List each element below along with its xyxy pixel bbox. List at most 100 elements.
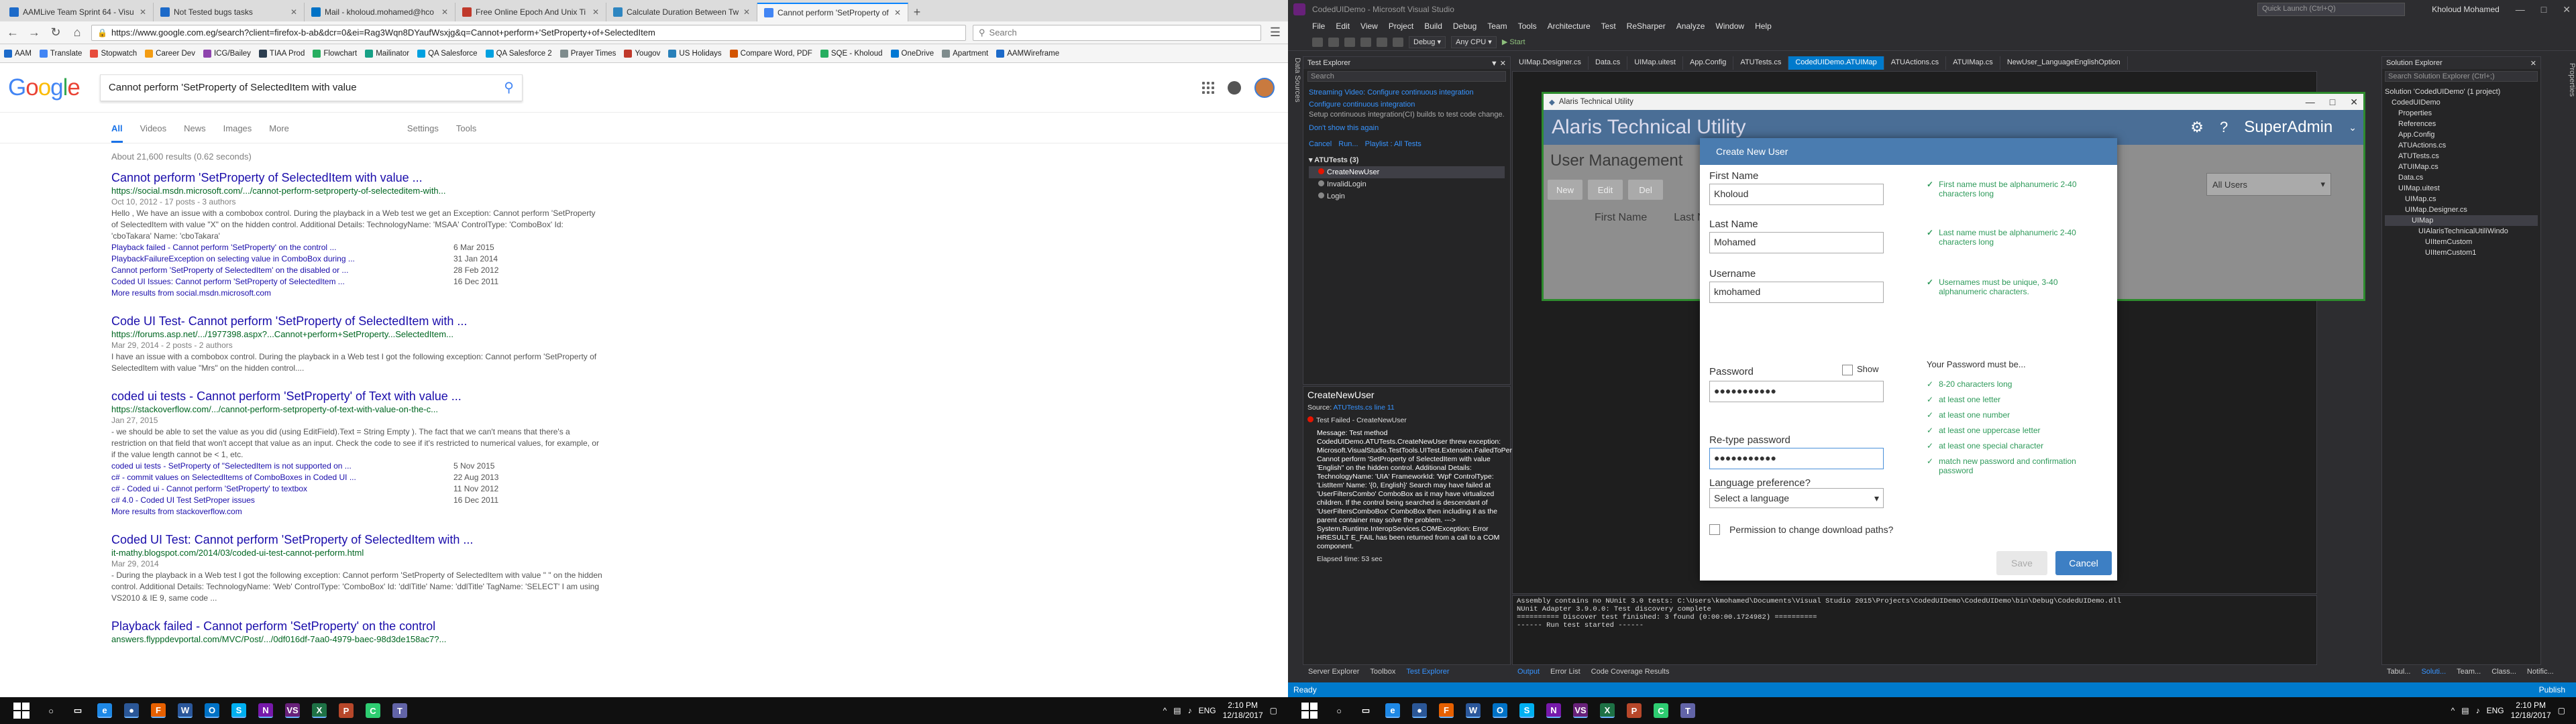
result-title[interactable]: Coded UI Test: Cannot perform 'SetProper…: [111, 532, 604, 547]
solution-item[interactable]: App.Config: [2385, 129, 2538, 140]
browser-tab[interactable]: AAMLive Team Sprint 64 - Visu ✕: [3, 3, 154, 21]
document-tab[interactable]: UIMap.uitest: [1627, 56, 1683, 70]
language-indicator[interactable]: ENG: [1199, 706, 1216, 715]
maximize-icon[interactable]: □: [2541, 4, 2546, 15]
back-icon[interactable]: [1312, 37, 1323, 47]
more-results-link[interactable]: More results from stackoverflow.com: [111, 506, 604, 518]
solution-item[interactable]: Solution 'CodedUIDemo' (1 project): [2385, 86, 2538, 97]
result-sublink[interactable]: Playback failed - Cannot perform 'SetPro…: [111, 242, 453, 253]
user-action-button[interactable]: Del: [1628, 180, 1663, 200]
result-title[interactable]: Cannot perform 'SetProperty of SelectedI…: [111, 170, 604, 185]
start-icon[interactable]: [13, 703, 30, 719]
taskbar-app-icon[interactable]: F: [1439, 703, 1454, 718]
test-group[interactable]: ▾ ATUTests (3): [1309, 154, 1505, 166]
test-item[interactable]: Login: [1309, 190, 1505, 202]
last-name-input[interactable]: Mohamed: [1709, 232, 1884, 253]
user-action-button[interactable]: New: [1548, 180, 1582, 200]
library-icon[interactable]: ☰: [1268, 25, 1283, 40]
document-tab[interactable]: UIMap.Designer.cs: [1512, 56, 1589, 70]
publish-button[interactable]: Publish: [2539, 685, 2565, 695]
forward-icon[interactable]: →: [27, 25, 42, 40]
menu-item[interactable]: File: [1312, 21, 1325, 31]
volume-icon[interactable]: ♪: [2476, 706, 2480, 715]
current-user[interactable]: SuperAdmin: [2244, 118, 2332, 137]
start-icon[interactable]: [1301, 703, 1318, 719]
menu-item[interactable]: Tools: [1518, 21, 1537, 31]
close-tab-icon[interactable]: ✕: [743, 7, 750, 17]
minimize-icon[interactable]: —: [2516, 4, 2525, 15]
search-icon[interactable]: ○: [44, 703, 58, 718]
result-sublink[interactable]: coded ui tests - SetProperty of "Selecte…: [111, 461, 453, 472]
retype-password-input[interactable]: ●●●●●●●●●●●: [1709, 448, 1884, 469]
save-all-icon[interactable]: [1360, 37, 1371, 47]
bookmark-item[interactable]: US Holidays: [668, 49, 722, 58]
taskbar-app-icon[interactable]: F: [151, 703, 166, 718]
search-tool[interactable]: Tools: [456, 123, 476, 143]
solution-item[interactable]: ATUIMap.cs: [2385, 162, 2538, 172]
apps-grid-icon[interactable]: [1202, 82, 1214, 94]
close-icon[interactable]: ✕: [2530, 59, 2536, 68]
clock[interactable]: 2:10 PM 12/18/2017: [2511, 701, 2551, 721]
cancel-button[interactable]: Cancel: [2055, 551, 2112, 575]
panel-tab[interactable]: Team...: [2451, 666, 2486, 678]
username-input[interactable]: kmohamed: [1709, 282, 1884, 303]
taskbar-app-icon[interactable]: e: [1385, 703, 1400, 718]
notifications-icon[interactable]: [1228, 81, 1241, 95]
solution-item[interactable]: UIMap.Designer.cs: [2385, 204, 2538, 215]
taskbar-app-icon[interactable]: X: [1600, 703, 1615, 718]
address-bar[interactable]: 🔒 https://www.google.com.eg/search?client…: [91, 24, 966, 41]
menu-item[interactable]: View: [1360, 21, 1378, 31]
bookmark-item[interactable]: Translate: [39, 49, 82, 58]
chevron-down-icon[interactable]: ⌄: [2349, 122, 2357, 133]
source-link[interactable]: ATUTests.cs line 11: [1334, 404, 1395, 412]
streaming-video-link[interactable]: Streaming Video: Configure continuous in…: [1309, 86, 1505, 99]
test-item[interactable]: CreateNewUser: [1309, 166, 1505, 178]
first-name-input[interactable]: Kholoud: [1709, 184, 1884, 205]
test-search-input[interactable]: Search: [1307, 71, 1506, 82]
redo-icon[interactable]: [1393, 37, 1403, 47]
undo-icon[interactable]: [1377, 37, 1387, 47]
solution-item[interactable]: Properties: [2385, 108, 2538, 119]
help-icon[interactable]: ?: [2220, 119, 2228, 136]
taskbar-app-icon[interactable]: VS: [285, 703, 300, 718]
network-icon[interactable]: ▤: [1173, 706, 1181, 715]
quick-launch-input[interactable]: Quick Launch (Ctrl+Q): [2257, 3, 2406, 16]
action-center-icon[interactable]: ▢: [2558, 706, 2565, 715]
column-header[interactable]: First Name: [1595, 212, 1647, 224]
result-title[interactable]: coded ui tests - Cannot perform 'SetProp…: [111, 389, 604, 404]
bookmark-item[interactable]: Flowchart: [313, 49, 357, 58]
avatar[interactable]: [1254, 78, 1275, 98]
bookmark-item[interactable]: Yougov: [624, 49, 660, 58]
browser-tab[interactable]: Free Online Epoch And Unix Ti ✕: [455, 3, 606, 21]
action-center-icon[interactable]: ▢: [1270, 706, 1277, 715]
new-tab-button[interactable]: +: [908, 3, 926, 21]
forward-icon[interactable]: [1328, 37, 1339, 47]
panel-tab[interactable]: Class...: [2486, 666, 2522, 678]
browser-tab[interactable]: Not Tested bugs tasks ✕: [154, 3, 305, 21]
bookmark-item[interactable]: Mailinator: [365, 49, 409, 58]
panel-tab[interactable]: Code Coverage Results: [1586, 666, 1675, 678]
user-action-button[interactable]: Edit: [1588, 180, 1623, 200]
search-tab[interactable]: News: [184, 123, 206, 143]
solution-item[interactable]: UIMap.uitest: [2385, 183, 2538, 194]
solution-item[interactable]: References: [2385, 119, 2538, 129]
bookmark-item[interactable]: ICG/Bailey: [203, 49, 251, 58]
start-button[interactable]: ▶ Start: [1502, 38, 1525, 46]
search-icon[interactable]: ○: [1332, 703, 1346, 718]
browser-tab[interactable]: Cannot perform 'SetProperty of ✕: [757, 3, 908, 21]
browser-search-input[interactable]: ⚲ Search: [973, 24, 1261, 41]
language-indicator[interactable]: ENG: [2487, 706, 2504, 715]
bookmark-item[interactable]: AAMWireframe: [996, 49, 1059, 58]
search-tab[interactable]: More: [269, 123, 289, 143]
document-tab[interactable]: NewUser_LanguageEnglishOption: [2000, 56, 2128, 70]
password-input[interactable]: ●●●●●●●●●●●: [1709, 381, 1884, 402]
platform-dropdown[interactable]: Any CPU ▾: [1451, 36, 1497, 48]
document-tab[interactable]: ATUTests.cs: [1733, 56, 1789, 70]
taskbar-app-icon[interactable]: X: [312, 703, 327, 718]
bookmark-item[interactable]: TIAA Prod: [258, 49, 305, 58]
taskbar-app-icon[interactable]: T: [1680, 703, 1695, 718]
notification-chevron-icon[interactable]: ^: [2451, 706, 2455, 715]
home-icon[interactable]: ⌂: [70, 25, 85, 40]
show-password-checkbox[interactable]: [1842, 365, 1853, 375]
document-tab[interactable]: CodedUIDemo.ATUIMap: [1788, 56, 1884, 70]
